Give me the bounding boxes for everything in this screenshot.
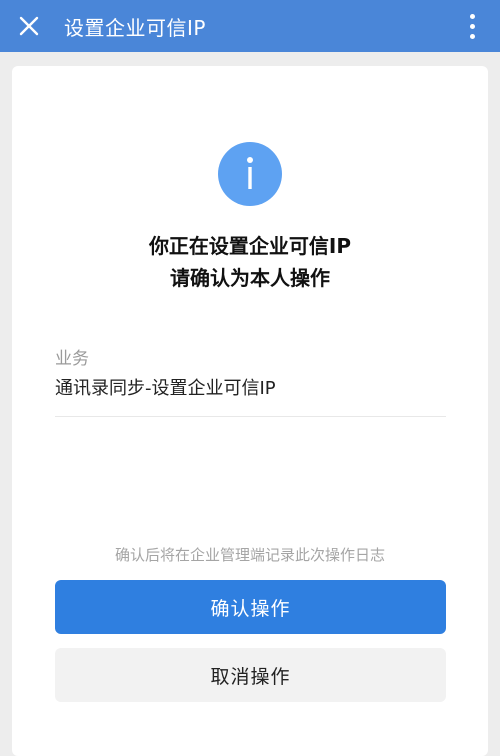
cancel-button[interactable]: 取消操作 <box>55 648 446 702</box>
business-field-value: 通讯录同步-设置企业可信IP <box>55 378 276 399</box>
more-vertical-icon <box>469 13 475 19</box>
headline-line-2: 请确认为本人操作 <box>170 266 330 290</box>
top-bar: 设置企业可信IP <box>0 0 500 52</box>
page-title: 设置企业可信IP <box>64 15 206 40</box>
headline-line-1: 你正在设置企业可信IP <box>148 234 352 258</box>
close-icon <box>19 16 39 36</box>
divider <box>55 416 446 417</box>
close-button[interactable] <box>0 0 58 52</box>
business-field-label: 业务 <box>55 349 89 369</box>
headline: 你正在设置企业可信IP 请确认为本人操作 <box>12 230 488 294</box>
more-button[interactable] <box>460 0 484 52</box>
log-notice: 确认后将在企业管理端记录此次操作日志 <box>114 546 385 564</box>
confirm-card: 你正在设置企业可信IP 请确认为本人操作 业务 通讯录同步-设置企业可信IP 确… <box>12 66 488 756</box>
info-icon <box>218 142 282 206</box>
confirm-button[interactable]: 确认操作 <box>55 580 446 634</box>
